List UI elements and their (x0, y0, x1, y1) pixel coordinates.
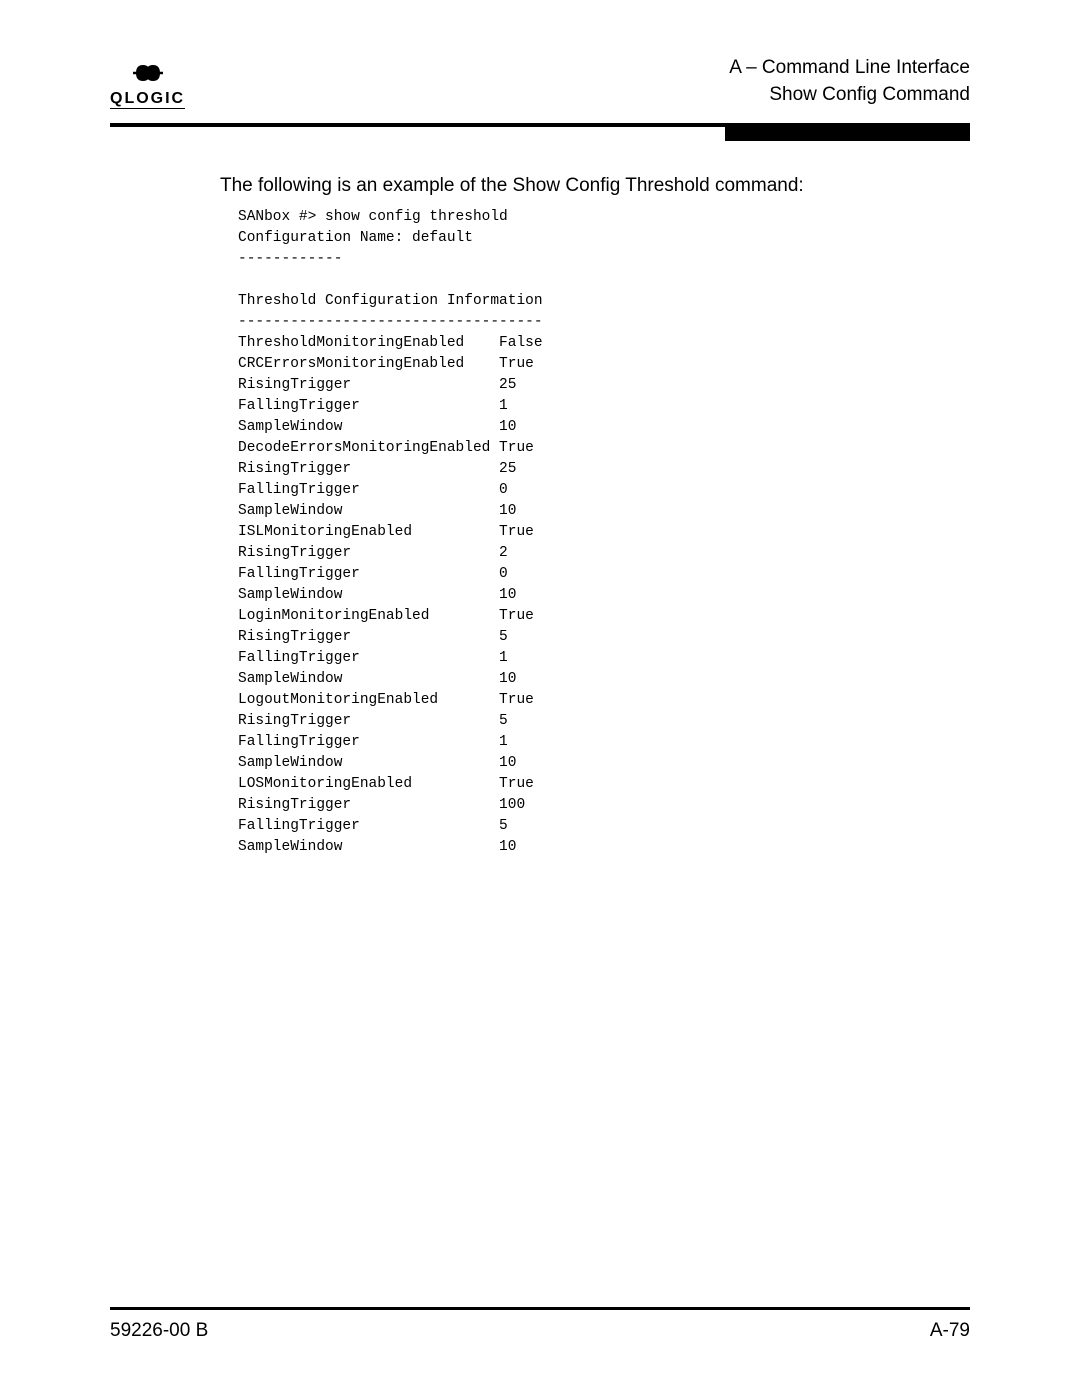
header-title-line2: Show Config Command (729, 82, 970, 109)
header-title-line1: A – Command Line Interface (729, 55, 970, 82)
content-area: The following is an example of the Show … (220, 175, 970, 858)
page-footer: 59226-00 B A-79 (110, 1307, 970, 1342)
qlogic-logo: QLOGIC (110, 61, 185, 109)
header-title: A – Command Line Interface Show Config C… (729, 55, 970, 108)
footer-doc-id: 59226-00 B (110, 1320, 208, 1342)
logo-underline (110, 108, 185, 109)
logo-mark-icon (131, 61, 165, 89)
header-rule (110, 123, 970, 127)
page-header: QLOGIC A – Command Line Interface Show C… (110, 55, 970, 117)
logo-text: QLOGIC (110, 91, 185, 107)
intro-text: The following is an example of the Show … (220, 175, 970, 197)
footer-page-number: A-79 (930, 1320, 970, 1342)
terminal-output: SANbox #> show config threshold Configur… (238, 207, 970, 858)
footer-rule (110, 1307, 970, 1310)
